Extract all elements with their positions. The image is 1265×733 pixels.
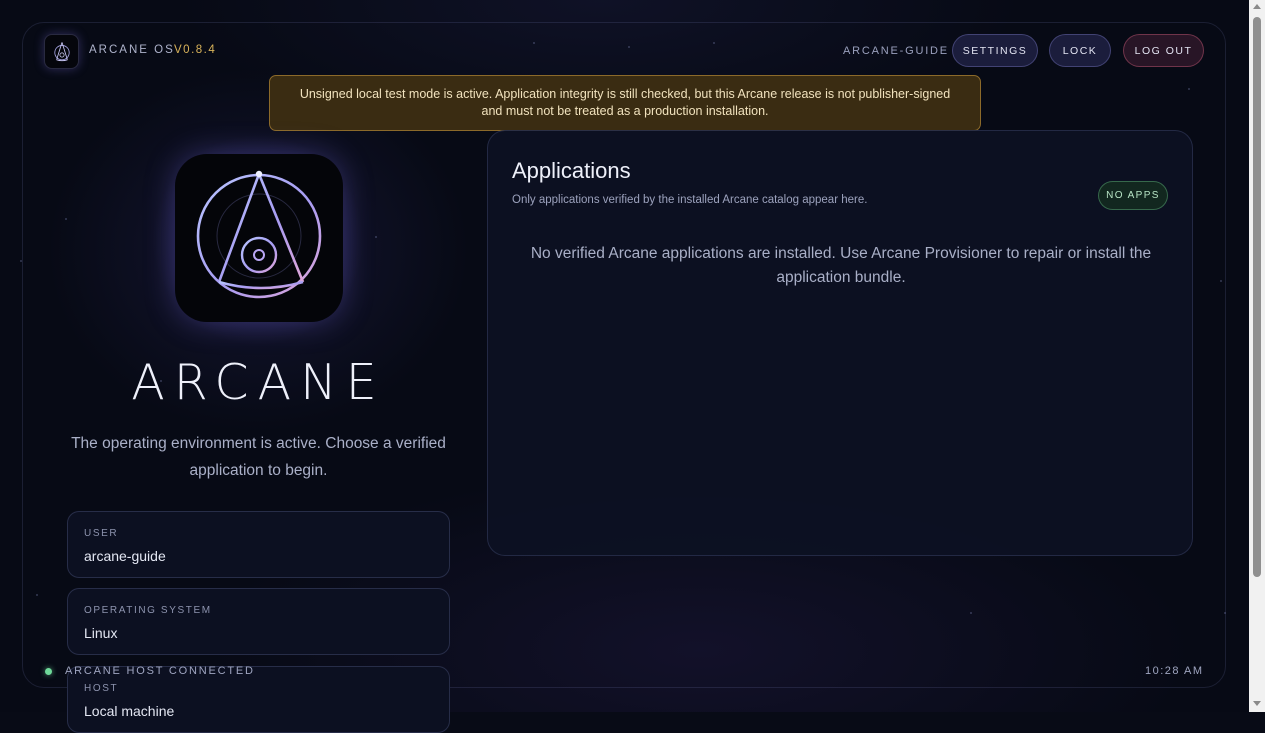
applications-subtitle: Only applications verified by the instal… bbox=[512, 194, 868, 206]
warning-text: Unsigned local test mode is active. Appl… bbox=[299, 87, 951, 118]
unsigned-mode-warning: Unsigned local test mode is active. Appl… bbox=[269, 75, 981, 131]
version-label: V0.8.4 bbox=[174, 44, 217, 56]
info-card-value: Linux bbox=[84, 625, 118, 641]
brand-name: ARCANE OS bbox=[89, 44, 175, 56]
vertical-scrollbar[interactable] bbox=[1249, 0, 1265, 712]
info-card-label: OPERATING SYSTEM bbox=[84, 605, 212, 616]
scroll-up-arrow-icon[interactable] bbox=[1253, 4, 1261, 9]
hero-title: ARCANE bbox=[131, 354, 386, 411]
info-card-operating-system: OPERATING SYSTEM Linux bbox=[67, 588, 450, 655]
applications-title: Applications bbox=[512, 158, 631, 183]
connection-status-dot bbox=[45, 668, 52, 675]
arcane-hero-logo-icon bbox=[175, 154, 343, 322]
hero-subtitle: The operating environment is active. Cho… bbox=[71, 435, 446, 479]
applications-empty-message: No verified Arcane applications are inst… bbox=[530, 245, 1152, 286]
info-card-value: Local machine bbox=[84, 703, 175, 719]
current-user-label: ARCANE-GUIDE bbox=[843, 45, 949, 57]
info-card-label: USER bbox=[84, 528, 119, 539]
info-card-user: USER arcane-guide bbox=[67, 511, 450, 578]
applications-panel: Applications Only applications verified … bbox=[487, 130, 1193, 556]
info-card-value: arcane-guide bbox=[84, 548, 166, 564]
clock-time: 10:28 AM bbox=[1145, 665, 1204, 677]
scrollbar-thumb[interactable] bbox=[1253, 17, 1261, 577]
no-apps-badge: NO APPS bbox=[1098, 181, 1168, 210]
arcane-logo-icon bbox=[44, 34, 79, 69]
logout-button[interactable]: LOG OUT bbox=[1123, 34, 1204, 67]
scroll-down-arrow-icon[interactable] bbox=[1253, 701, 1261, 706]
connection-status-text: ARCANE HOST CONNECTED bbox=[65, 665, 255, 677]
lock-button[interactable]: LOCK bbox=[1049, 34, 1111, 67]
settings-button[interactable]: SETTINGS bbox=[952, 34, 1038, 67]
info-card-label: HOST bbox=[84, 683, 119, 694]
